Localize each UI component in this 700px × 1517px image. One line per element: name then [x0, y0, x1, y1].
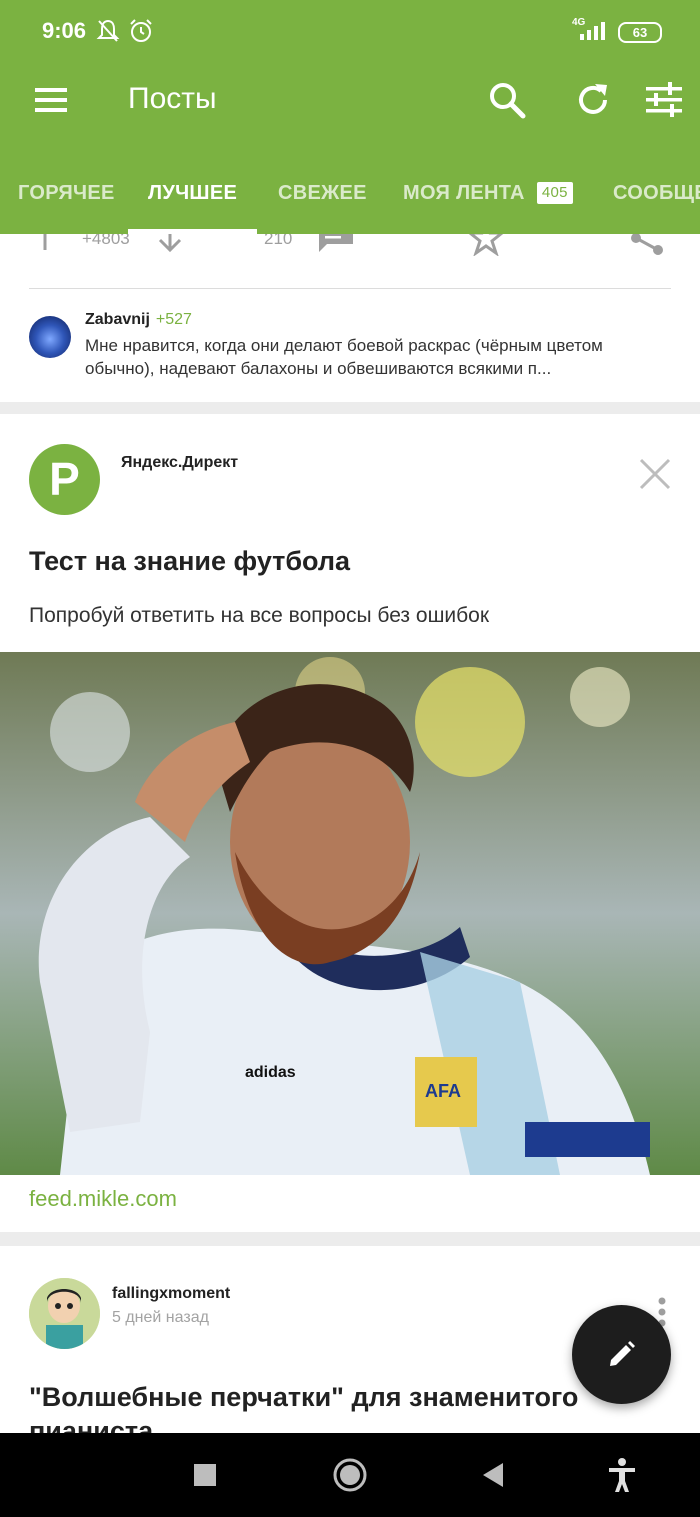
post-author-avatar[interactable]	[29, 1278, 100, 1349]
alarm-icon	[130, 19, 152, 42]
tab-best[interactable]: ЛУЧШЕЕ	[148, 165, 237, 234]
post-rating: +4803	[82, 234, 130, 248]
status-bar: 9:06 4G 63	[0, 0, 700, 62]
status-time: 9:06	[42, 18, 87, 43]
svg-text:AFA: AFA	[425, 1081, 461, 1101]
comment-author-avatar[interactable]	[29, 316, 71, 358]
svg-text:adidas: adidas	[245, 1064, 296, 1081]
ad-image[interactable]: AFA adidas	[0, 652, 700, 1175]
refresh-icon[interactable]	[571, 78, 615, 122]
tab-fresh[interactable]: СВЕЖЕЕ	[278, 165, 367, 234]
battery-level: 63	[632, 25, 648, 40]
post-author[interactable]: fallingxmoment	[112, 1285, 230, 1303]
my-feed-badge: 405	[536, 182, 573, 204]
comment-author[interactable]: Zabavnij	[85, 311, 150, 328]
edit-icon	[610, 1341, 635, 1366]
recent-apps-icon[interactable]	[185, 1455, 225, 1495]
search-icon[interactable]	[485, 78, 529, 122]
ad-logo: P	[29, 444, 100, 515]
upvote-icon[interactable]	[30, 234, 60, 252]
ad-description: Попробуй ответить на все вопросы без оши…	[29, 604, 490, 627]
app-bar: 9:06 4G 63 Посты ГОРЯЧЕЕ ЛУЧШЕЕ СВЕЖЕЕ М…	[0, 0, 700, 234]
divider	[29, 288, 671, 289]
downvote-icon[interactable]	[155, 234, 185, 254]
comment-header: Zabavnij +527	[85, 311, 192, 329]
post-actions: +4803 210	[0, 234, 700, 274]
active-tab-indicator	[128, 229, 257, 234]
ad-title[interactable]: Тест на знание футбола	[29, 546, 350, 577]
share-icon[interactable]	[628, 234, 666, 256]
menu-icon[interactable]	[29, 78, 73, 122]
tab-hot[interactable]: ГОРЯЧЕЕ	[18, 165, 115, 234]
back-icon[interactable]	[473, 1455, 513, 1495]
comment-rating: +527	[155, 311, 192, 328]
comments-count: 210	[264, 234, 293, 248]
post-time: 5 дней назад	[112, 1309, 209, 1326]
tab-communities[interactable]: СООБЩЕСТВА	[613, 165, 700, 234]
signal-icon	[580, 22, 605, 40]
battery-icon: 63	[618, 22, 662, 43]
create-post-button[interactable]	[572, 1305, 671, 1404]
system-nav-bar	[0, 1433, 700, 1517]
ad-source: Яндекс.Директ	[121, 454, 239, 471]
close-icon[interactable]	[637, 456, 673, 492]
notifications-off-icon	[96, 19, 120, 42]
bookmark-star-icon[interactable]	[468, 234, 504, 256]
home-icon[interactable]	[330, 1455, 370, 1495]
comment-text[interactable]: Мне нравится, когда они делают боевой ра…	[85, 334, 665, 380]
tab-my-feed[interactable]: МОЯ ЛЕНТА 405	[403, 165, 573, 234]
tune-icon[interactable]	[642, 78, 686, 122]
ad-link[interactable]: feed.mikle.com	[29, 1186, 177, 1212]
accessibility-icon[interactable]	[602, 1455, 642, 1495]
comments-icon[interactable]	[317, 234, 355, 258]
football-player-photo: AFA adidas	[0, 652, 700, 1175]
page-title: Посты	[128, 82, 217, 115]
tab-bar: ГОРЯЧЕЕ ЛУЧШЕЕ СВЕЖЕЕ МОЯ ЛЕНТА 405 СООБЩ…	[0, 165, 700, 234]
cartoon-avatar-icon	[29, 1278, 100, 1349]
